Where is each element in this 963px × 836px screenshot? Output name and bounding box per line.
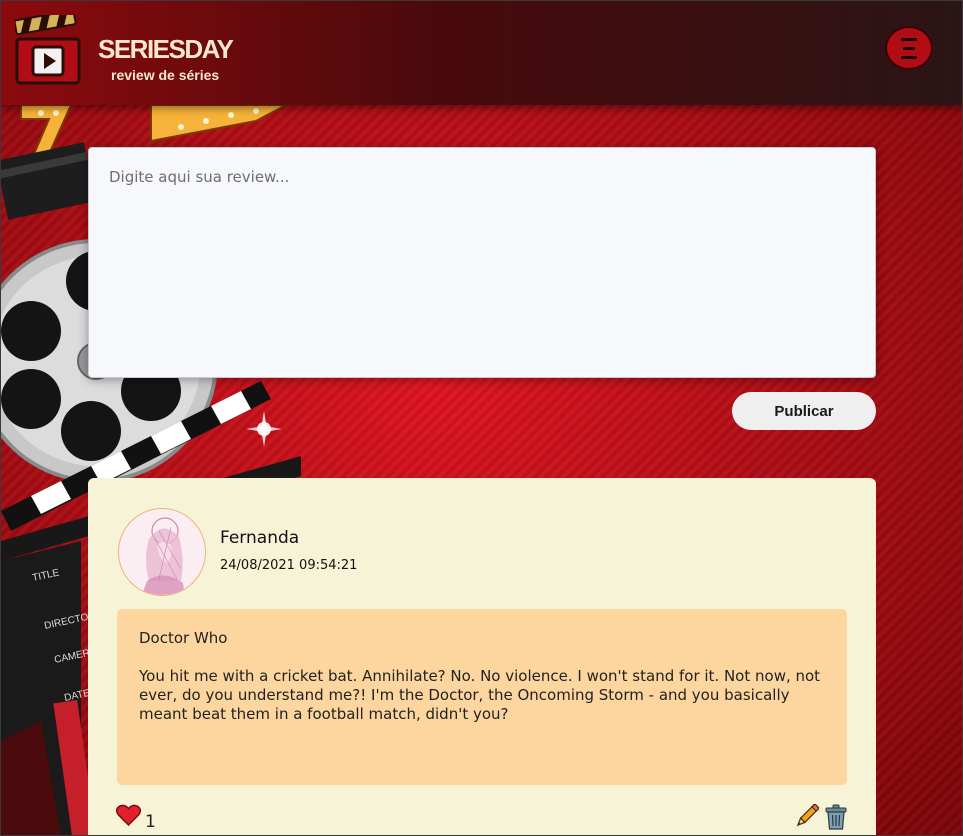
avatar-portrait-icon [119, 509, 205, 595]
app-frame: TITLE DIRECTOR CAMERA DATE SERIESDAY rev… [0, 0, 963, 836]
review-card: Fernanda 24/08/2021 09:54:21 Doctor Who … [88, 478, 876, 835]
review-body: Doctor Who You hit me with a cricket bat… [117, 609, 847, 785]
review-input[interactable] [88, 147, 876, 378]
menu-line [901, 56, 917, 59]
film-strip [1, 142, 97, 220]
author-name[interactable]: Fernanda [220, 528, 299, 548]
like-count: 1 [145, 812, 156, 832]
trash-icon[interactable] [825, 804, 847, 830]
header-bar: SERIESDAY review de séries [1, 1, 962, 105]
brand-subtitle: review de séries [111, 67, 220, 83]
sparkle [246, 411, 282, 447]
avatar[interactable] [118, 508, 206, 596]
pencil-icon[interactable] [795, 804, 819, 828]
hamburger-menu-icon[interactable] [885, 26, 933, 70]
post-date: 24/08/2021 09:54:21 [220, 558, 358, 573]
brand-title[interactable]: SERIESDAY [98, 34, 234, 65]
heart-icon[interactable] [116, 804, 141, 826]
clapperboard-play-icon[interactable] [15, 15, 81, 87]
series-title: Doctor Who [139, 629, 228, 647]
review-text: You hit me with a cricket bat. Annihilat… [139, 667, 821, 723]
menu-line [903, 47, 915, 50]
publish-button[interactable]: Publicar [732, 392, 876, 430]
menu-line [901, 38, 917, 41]
